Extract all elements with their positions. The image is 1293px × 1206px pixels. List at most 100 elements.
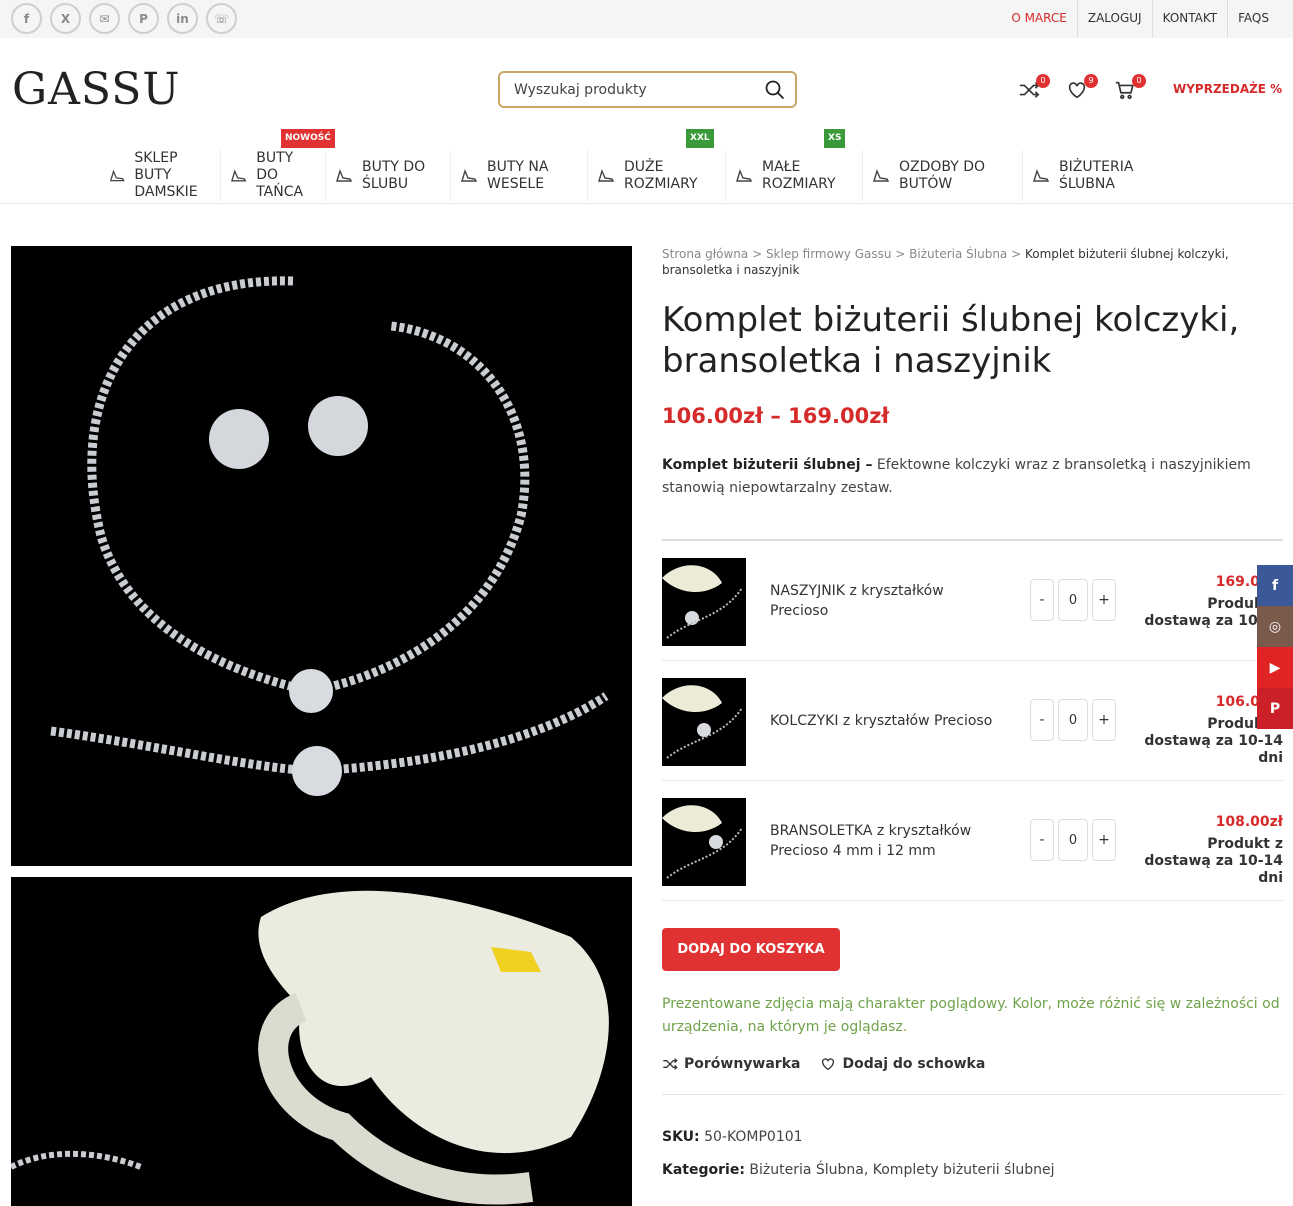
wishlist-button[interactable]: 9 <box>1066 74 1098 101</box>
quantity-stepper: -0 + <box>1030 699 1116 741</box>
pinterest-icon[interactable]: P <box>1257 688 1293 729</box>
cart-count: 0 <box>1132 74 1146 88</box>
add-to-cart-button[interactable]: DODAJ DO KOSZYKA <box>662 928 840 971</box>
nav-label: BUTY DO TAŃCA <box>256 150 304 200</box>
breadcrumb-shop[interactable]: Sklep firmowy Gassu <box>766 247 892 261</box>
cart-button[interactable]: 0 <box>1114 74 1146 101</box>
product-image-secondary[interactable] <box>11 877 632 1206</box>
nav-label: MAŁE ROZMIARY <box>762 158 836 192</box>
nav-tag-badge: XS <box>824 129 846 148</box>
sku-value: 50-KOMP0101 <box>704 1129 803 1145</box>
grouped-item-row: NASZYJNIK z kryształków Precioso -0 +169.0… <box>662 541 1283 661</box>
facebook-icon[interactable]: f <box>11 3 42 34</box>
quantity-minus-button[interactable]: - <box>1030 819 1054 861</box>
nav-item-2[interactable]: BUTY DO ŚLUBU <box>325 150 450 201</box>
product-image-main[interactable] <box>11 246 632 866</box>
product-description: Komplet biżuterii ślubnej – Efektowne ko… <box>662 454 1283 500</box>
nav-item-0[interactable]: SKLEP BUTY DAMSKIE <box>100 150 220 201</box>
item-thumbnail[interactable] <box>662 558 746 646</box>
quantity-minus-button[interactable]: - <box>1030 579 1054 621</box>
instagram-icon[interactable]: ◎ <box>1257 606 1293 647</box>
compare-link[interactable]: Porównywarka <box>662 1056 800 1072</box>
top-links: O MARCE ZALOGUJ KONTAKT FAQS <box>1001 0 1279 38</box>
heart-icon <box>822 1058 835 1071</box>
compare-count: 0 <box>1036 74 1050 88</box>
shoe-icon <box>109 169 125 181</box>
item-availability: Produkt z dostawą za 10-14 dni <box>1144 836 1283 886</box>
top-link-2[interactable]: KONTAKT <box>1151 0 1228 38</box>
quantity-plus-button[interactable]: + <box>1092 699 1116 741</box>
top-link-3[interactable]: FAQS <box>1227 0 1279 38</box>
mail-icon[interactable]: ✉ <box>89 3 120 34</box>
breadcrumb: Strona główna > Sklep firmowy Gassu > Bi… <box>662 247 1229 277</box>
sku-label: SKU: <box>662 1129 700 1145</box>
sale-link[interactable]: WYPRZEDAŻE % <box>1173 82 1282 96</box>
item-name[interactable]: BRANSOLETKA z kryształków Precioso 4 mm … <box>770 781 1000 901</box>
item-thumbnail[interactable] <box>662 678 746 766</box>
header: GASSU Wyszukaj produkty 0 9 0 WYPRZEDAŻE… <box>0 38 1293 204</box>
top-link-0[interactable]: O MARCE <box>1001 0 1077 38</box>
jewelry-set-image <box>50 276 609 796</box>
nav-label: BUTY NA WESELE <box>487 158 549 192</box>
linkedin-icon[interactable]: in <box>167 3 198 34</box>
nav-item-5[interactable]: MAŁE ROZMIARY XS <box>725 129 862 201</box>
search-icon[interactable] <box>765 80 785 100</box>
top-bar: f X ✉ Pin ☏ O MARCE ZALOGUJ KONTAKT FAQS <box>0 0 1293 38</box>
quantity-input[interactable]: 0 <box>1058 819 1088 861</box>
wishlist-link[interactable]: Dodaj do schowka <box>820 1056 985 1072</box>
shoe-icon <box>336 168 353 182</box>
search-input[interactable]: Wyszukaj produkty <box>498 71 797 108</box>
search-placeholder: Wyszukaj produkty <box>514 81 647 98</box>
x-icon[interactable]: X <box>50 3 81 34</box>
image-disclaimer: Prezentowane zdjęcia mają charakter pogl… <box>662 996 1280 1035</box>
quantity-input[interactable]: 0 <box>1058 579 1088 621</box>
shoe-icon <box>736 168 753 182</box>
nav-item-3[interactable]: BUTY NA WESELE <box>450 150 587 201</box>
youtube-icon[interactable]: ▶ <box>1257 647 1293 688</box>
nav-item-6[interactable]: OZDOBY DO BUTÓW <box>862 150 1022 201</box>
facebook-icon[interactable]: f <box>1257 565 1293 606</box>
product-actions: Porównywarka Dodaj do schowka <box>662 1056 985 1072</box>
item-price-block: 108.00zł Produkt z dostawą za 10-14 dni <box>1143 814 1283 887</box>
quantity-plus-button[interactable]: + <box>1092 579 1116 621</box>
shoe-icon <box>598 168 615 182</box>
nav-tag-badge: XXL <box>686 129 714 148</box>
header-icons: 0 9 0 <box>1018 74 1146 101</box>
whatsapp-icon[interactable]: ☏ <box>206 3 237 34</box>
top-link-1[interactable]: ZALOGUJ <box>1076 0 1152 38</box>
wishlist-label: Dodaj do schowka <box>842 1056 986 1072</box>
item-name[interactable]: NASZYJNIK z kryształków Precioso <box>770 541 1000 661</box>
categories-value[interactable]: Biżuteria Ślubna, Komplety biżuterii ślu… <box>749 1162 1054 1178</box>
item-price: 108.00zł <box>1215 814 1283 830</box>
nav-label: BUTY DO ŚLUBU <box>362 158 426 192</box>
item-name[interactable]: KOLCZYKI z kryształów Precioso <box>770 661 1000 781</box>
categories-row: Kategorie: Biżuteria Ślubna, Komplety bi… <box>662 1154 1283 1187</box>
categories-label: Kategorie: <box>662 1162 745 1178</box>
breadcrumb-category[interactable]: Biżuteria Ślubna <box>909 247 1007 261</box>
quantity-plus-button[interactable]: + <box>1092 819 1116 861</box>
nav-label: SKLEP BUTY DAMSKIE <box>134 150 198 200</box>
product-meta: SKU: 50-KOMP0101 Kategorie: Biżuteria Śl… <box>662 1094 1283 1187</box>
nav-label: DUŻE ROZMIARY <box>624 158 698 192</box>
quantity-input[interactable]: 0 <box>1058 699 1088 741</box>
quantity-stepper: -0 + <box>1030 579 1116 621</box>
nav-item-1[interactable]: BUTY DO TAŃCA NOWOŚĆ <box>220 129 335 201</box>
product-price: 106.00zł – 169.00zł <box>662 404 890 428</box>
grouped-items: NASZYJNIK z kryształków Precioso -0 +169.0… <box>662 539 1283 901</box>
nav-tag-badge: NOWOŚĆ <box>281 129 335 148</box>
nav-item-7[interactable]: BIŻUTERIA ŚLUBNA <box>1022 150 1142 201</box>
shuffle-icon <box>663 1058 678 1070</box>
breadcrumb-home[interactable]: Strona główna <box>662 247 748 261</box>
compare-label: Porównywarka <box>684 1056 801 1072</box>
product-title: Komplet biżuterii ślubnej kolczyki, bran… <box>662 300 1240 381</box>
quantity-minus-button[interactable]: - <box>1030 699 1054 741</box>
site-logo[interactable]: GASSU <box>12 64 181 115</box>
product-summary: Strona główna > Sklep firmowy Gassu > Bi… <box>662 246 1283 1178</box>
nav-item-4[interactable]: DUŻE ROZMIARY XXL <box>587 129 725 201</box>
grouped-item-row: KOLCZYKI z kryształów Precioso -0 +106.00z… <box>662 661 1283 781</box>
nav-label: BIŻUTERIA ŚLUBNA <box>1059 158 1134 192</box>
compare-button[interactable]: 0 <box>1018 74 1050 101</box>
item-thumbnail[interactable] <box>662 798 746 886</box>
pinterest-icon[interactable]: P <box>128 3 159 34</box>
shoe-icon <box>873 168 890 182</box>
